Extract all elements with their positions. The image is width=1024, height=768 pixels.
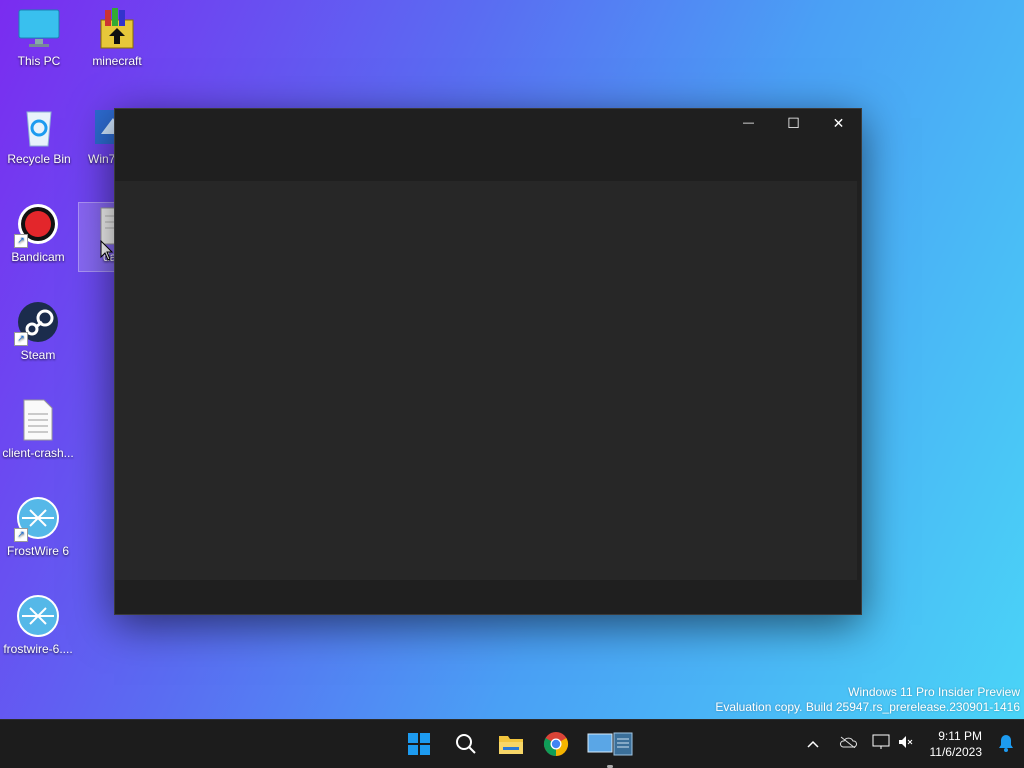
desktop-icon-label: Bandicam (11, 250, 65, 264)
onedrive-button[interactable] (832, 735, 864, 753)
clock-date: 11/6/2023 (929, 745, 983, 759)
close-icon: ✕ (832, 114, 845, 131)
clock-time: 9:11 PM (938, 729, 982, 743)
minimize-button[interactable]: — (726, 109, 771, 137)
app-window[interactable]: — ☐ ✕ (114, 108, 862, 615)
network-button[interactable] (868, 734, 894, 755)
desktop-icon-frostwire-installer[interactable]: frostwire-6.... (0, 588, 76, 656)
search-button[interactable] (448, 726, 484, 762)
search-icon (456, 734, 476, 754)
desktop-icon-frostwire-6[interactable]: ↗ FrostWire 6 (0, 490, 76, 558)
window-titlebar[interactable]: — ☐ ✕ (115, 109, 861, 181)
frostwire-installer-icon (16, 594, 60, 638)
mouse-cursor-icon (100, 239, 114, 267)
taskbar: 9:11 PM 11/6/2023 (0, 719, 1024, 768)
desktop-icon-client-crash[interactable]: client-crash... (0, 392, 76, 460)
window-statusbar (115, 580, 861, 614)
desktop-icon-label: client-crash... (2, 446, 74, 460)
network-icon (872, 734, 890, 749)
text-file-icon (16, 398, 60, 442)
desktop-icon-this-pc[interactable]: This PC (1, 0, 77, 68)
steam-icon: ↗ (14, 300, 60, 346)
desktop-icon-label: Win7 (88, 152, 116, 166)
shortcut-arrow-icon: ↗ (14, 332, 28, 346)
remote-desktop-icon (587, 732, 633, 756)
watermark-line-1: Windows 11 Pro Insider Preview (848, 685, 1020, 699)
desktop-icon-minecraft[interactable]: minecraft (79, 0, 155, 68)
desktop-icon-bandicam[interactable]: ↗ Bandicam (0, 196, 76, 264)
desktop-icon-label: Steam (20, 348, 56, 362)
volume-button[interactable] (894, 734, 916, 755)
show-hidden-icons-button[interactable] (800, 737, 826, 751)
evaluation-watermark: Windows 11 Pro Insider Preview Evaluatio… (715, 685, 1020, 715)
file-explorer-button[interactable] (493, 726, 529, 762)
desktop-icon-recycle-bin[interactable]: Recycle Bin (1, 98, 77, 166)
start-icon (408, 733, 430, 755)
system-tray (800, 720, 916, 768)
desktop-icon-label: frostwire-6.... (3, 642, 73, 656)
winrar-archive-icon (95, 6, 139, 50)
bell-icon (999, 735, 1013, 752)
shortcut-arrow-icon: ↗ (14, 234, 28, 248)
cloud-offline-icon (839, 736, 858, 749)
desktop-icon-label: Recycle Bin (7, 152, 71, 166)
bandicam-icon: ↗ (14, 202, 60, 248)
desktop-icon-label: This PC (17, 54, 61, 68)
recycle-bin-icon (17, 104, 61, 148)
file-explorer-icon (499, 736, 523, 754)
window-content (115, 181, 857, 580)
desktop-icon-steam[interactable]: ↗ Steam (0, 294, 76, 362)
minimize-icon: — (743, 117, 754, 129)
maximize-button[interactable]: ☐ (771, 109, 816, 137)
desktop-icon-win7[interactable]: Win7 (79, 98, 117, 166)
volume-muted-icon (899, 735, 913, 748)
chevron-up-icon (807, 740, 819, 748)
desktop-icon-label: FrostWire 6 (6, 544, 69, 558)
remote-desktop-button[interactable] (584, 726, 636, 768)
chrome-button[interactable] (538, 726, 574, 762)
start-button[interactable] (401, 726, 437, 762)
close-button[interactable]: ✕ (816, 109, 861, 137)
chrome-icon (543, 732, 569, 756)
clock-button[interactable]: 9:11 PM 11/6/2023 (930, 728, 983, 760)
desktop-icon-label: minecraft (92, 54, 142, 68)
shortcut-arrow-icon: ↗ (14, 528, 28, 542)
monitor-icon (17, 6, 61, 50)
maximize-icon: ☐ (787, 114, 800, 131)
notifications-button[interactable] (998, 734, 1014, 757)
watermark-line-2: Evaluation copy. Build 25947.rs_prerelea… (715, 700, 1020, 714)
frostwire-icon: ↗ (14, 496, 60, 542)
